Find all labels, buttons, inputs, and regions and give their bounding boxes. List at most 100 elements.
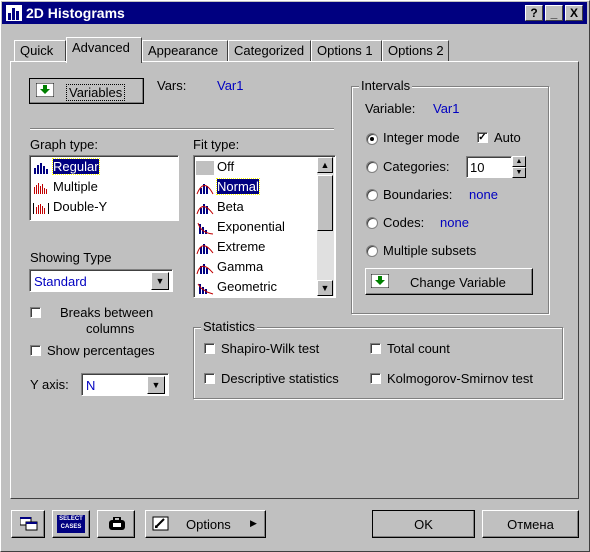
variables-icon bbox=[371, 274, 389, 288]
scroll-down-icon[interactable]: ▼ bbox=[317, 280, 333, 296]
multiple-subsets-label: Multiple subsets bbox=[383, 243, 477, 258]
graph-type-list[interactable]: Regular Multiple Double-Y bbox=[29, 155, 179, 221]
showing-type-label: Showing Type bbox=[30, 250, 112, 265]
ok-label: OK bbox=[414, 517, 433, 532]
beta-fit-icon bbox=[196, 200, 214, 215]
y-axis-label: Y axis: bbox=[30, 377, 69, 392]
interval-variable-label: Variable: bbox=[365, 101, 416, 116]
integer-mode-label: Integer mode bbox=[383, 130, 460, 145]
chevron-down-icon[interactable]: ▼ bbox=[147, 376, 165, 394]
boundaries-value[interactable]: none bbox=[469, 187, 498, 202]
variables-icon bbox=[36, 83, 54, 97]
window-title: 2D Histograms bbox=[26, 5, 125, 21]
separator bbox=[30, 128, 334, 130]
cancel-label: Отмена bbox=[507, 517, 554, 532]
ok-button[interactable]: OK bbox=[372, 510, 475, 538]
variables-button[interactable]: Variables bbox=[29, 78, 144, 104]
multiple-subsets-radio[interactable] bbox=[366, 245, 378, 257]
fit-type-label: Fit type: bbox=[193, 137, 240, 152]
spin-down-icon[interactable]: ▼ bbox=[512, 167, 526, 178]
fit-type-list[interactable]: Off Normal Beta Exponential Extreme Gamm… bbox=[193, 155, 336, 298]
fit-type-item-exponential[interactable]: Exponential bbox=[196, 218, 285, 236]
shapiro-wilk-label: Shapiro-Wilk test bbox=[221, 341, 320, 356]
codes-value[interactable]: none bbox=[440, 215, 469, 230]
boundaries-label: Boundaries: bbox=[383, 187, 453, 202]
fit-type-scrollbar[interactable]: ▲ ▼ bbox=[317, 157, 334, 296]
vars-value: Var1 bbox=[217, 78, 244, 93]
change-variable-button[interactable]: Change Variable bbox=[365, 268, 533, 295]
fit-type-item-extreme[interactable]: Extreme bbox=[196, 238, 265, 256]
kolmogorov-smirnov-checkbox[interactable] bbox=[370, 373, 381, 384]
minimize-button[interactable]: _ bbox=[545, 5, 563, 21]
geometric-fit-icon bbox=[196, 280, 214, 295]
bar-chart-icon bbox=[32, 160, 50, 175]
codes-radio[interactable] bbox=[366, 217, 378, 229]
tab-options-1[interactable]: Options 1 bbox=[311, 40, 382, 62]
scroll-thumb[interactable] bbox=[317, 175, 333, 231]
options-button[interactable]: Options ▶ bbox=[145, 510, 266, 538]
weight-icon bbox=[109, 517, 125, 530]
showing-type-value: Standard bbox=[34, 274, 87, 289]
tab-quick[interactable]: Quick bbox=[14, 40, 66, 62]
breaks-between-columns-checkbox[interactable] bbox=[30, 307, 41, 318]
histogram-app-icon bbox=[6, 5, 22, 21]
cancel-button[interactable]: Отмена bbox=[482, 510, 579, 538]
integer-mode-radio[interactable] bbox=[366, 133, 378, 145]
windows-icon bbox=[20, 517, 38, 531]
breaks-label-line2: columns bbox=[86, 321, 135, 336]
select-cases-icon: SELECT CASES bbox=[57, 515, 85, 533]
tab-options-2[interactable]: Options 2 bbox=[382, 40, 449, 62]
multiple-bars-icon bbox=[34, 182, 47, 194]
change-variable-label: Change Variable bbox=[410, 275, 506, 290]
total-count-checkbox[interactable] bbox=[370, 343, 381, 354]
y-axis-select[interactable]: N ▼ bbox=[81, 373, 169, 396]
statistics-label: Statistics bbox=[201, 319, 258, 334]
tab-categorized[interactable]: Categorized bbox=[228, 40, 311, 62]
title-bar[interactable]: 2D Histograms ? _ X bbox=[2, 2, 587, 24]
chevron-right-icon: ▶ bbox=[250, 518, 257, 528]
windows-button[interactable] bbox=[11, 510, 45, 538]
graph-type-item-double-y[interactable]: Double-Y bbox=[32, 198, 107, 216]
descriptive-statistics-checkbox[interactable] bbox=[204, 373, 215, 384]
show-percentages-label: Show percentages bbox=[47, 343, 155, 358]
close-button[interactable]: X bbox=[565, 5, 583, 21]
fit-type-item-geometric[interactable]: Geometric bbox=[196, 278, 277, 296]
scroll-up-icon[interactable]: ▲ bbox=[317, 157, 333, 173]
tab-advanced[interactable]: Advanced bbox=[66, 37, 142, 63]
categories-input[interactable]: 10 bbox=[466, 156, 512, 178]
graph-type-label: Graph type: bbox=[30, 137, 98, 152]
auto-label: Auto bbox=[494, 130, 521, 145]
breaks-label-line1: Breaks between bbox=[60, 305, 154, 320]
spin-up-icon[interactable]: ▲ bbox=[512, 156, 526, 167]
weights-button[interactable] bbox=[97, 510, 135, 538]
codes-label: Codes: bbox=[383, 215, 425, 230]
extreme-fit-icon bbox=[196, 240, 214, 255]
categories-label: Categories: bbox=[383, 159, 450, 174]
graph-type-item-regular[interactable]: Regular bbox=[32, 158, 100, 176]
chevron-down-icon[interactable]: ▼ bbox=[151, 272, 169, 290]
total-count-label: Total count bbox=[387, 341, 450, 356]
fit-type-item-off[interactable]: Off bbox=[196, 158, 234, 176]
kolmogorov-smirnov-label: Kolmogorov-Smirnov test bbox=[387, 371, 533, 386]
gamma-fit-icon bbox=[196, 260, 214, 275]
boundaries-radio[interactable] bbox=[366, 189, 378, 201]
help-button[interactable]: ? bbox=[525, 5, 543, 21]
options-label: Options bbox=[186, 517, 231, 532]
off-icon bbox=[196, 160, 214, 175]
categories-radio[interactable] bbox=[366, 161, 378, 173]
tab-appearance[interactable]: Appearance bbox=[142, 40, 228, 62]
fit-type-item-normal[interactable]: Normal bbox=[196, 178, 260, 196]
graph-type-item-multiple[interactable]: Multiple bbox=[32, 178, 98, 196]
show-percentages-checkbox[interactable] bbox=[30, 345, 41, 356]
normal-fit-icon bbox=[196, 180, 214, 195]
select-cases-button[interactable]: SELECT CASES bbox=[52, 510, 90, 538]
y-axis-value: N bbox=[86, 378, 96, 393]
auto-checkbox[interactable]: ✓ bbox=[477, 132, 488, 143]
shapiro-wilk-checkbox[interactable] bbox=[204, 343, 215, 354]
variables-label: Variables bbox=[66, 84, 126, 101]
fit-type-item-gamma[interactable]: Gamma bbox=[196, 258, 263, 276]
intervals-label: Intervals bbox=[359, 78, 413, 93]
showing-type-select[interactable]: Standard ▼ bbox=[29, 269, 173, 292]
descriptive-statistics-label: Descriptive statistics bbox=[221, 371, 339, 386]
fit-type-item-beta[interactable]: Beta bbox=[196, 198, 244, 216]
